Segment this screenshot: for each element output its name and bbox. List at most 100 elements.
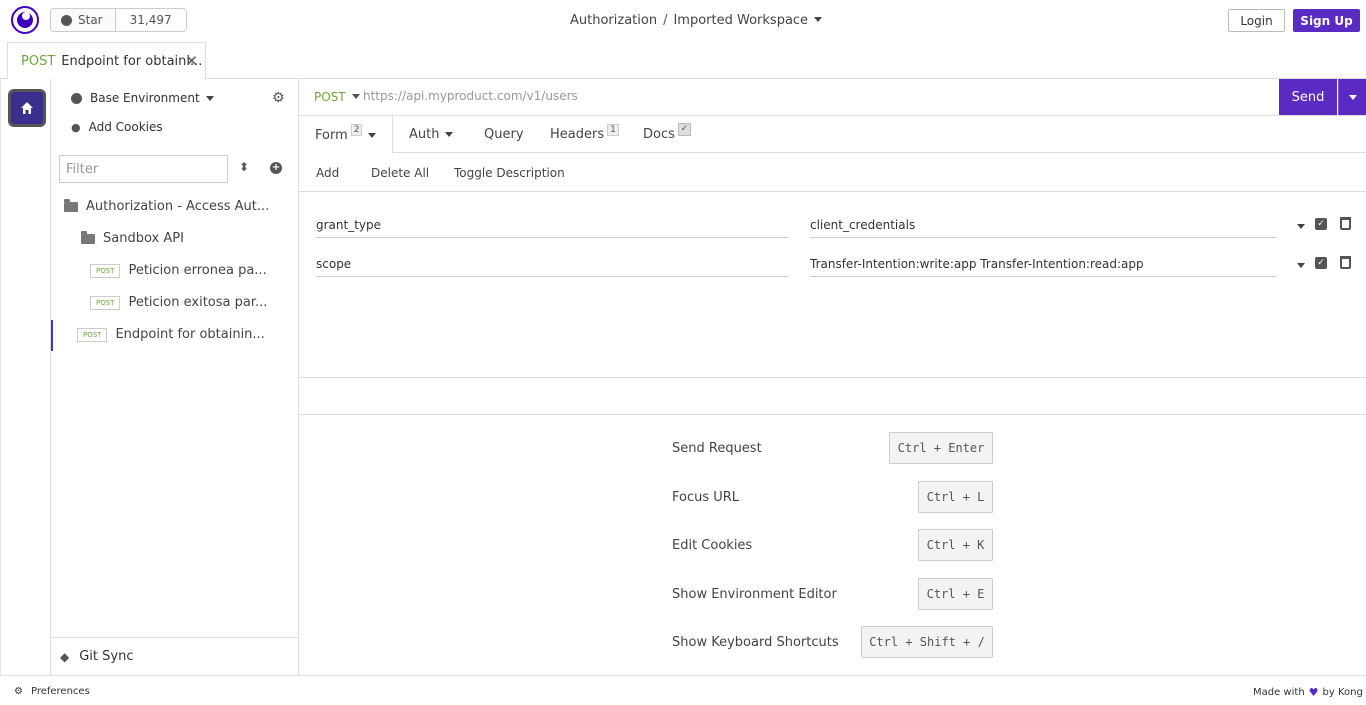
tree-item-label: Authorization - Access Aut... xyxy=(86,199,270,214)
chevron-down-icon xyxy=(445,132,454,137)
param-key-input[interactable]: grant_type xyxy=(316,212,789,238)
filter-input[interactable] xyxy=(59,155,228,183)
insomnia-logo-icon[interactable] xyxy=(11,6,39,34)
trash-icon[interactable] xyxy=(1340,217,1351,230)
delete-all-button[interactable]: Delete All xyxy=(371,166,429,180)
chevron-down-icon xyxy=(368,132,377,138)
add-item-icon[interactable]: + xyxy=(270,162,282,174)
form-count-badge: 2 xyxy=(350,124,363,136)
tab-docs-label: Docs xyxy=(643,127,675,142)
active-item-indicator xyxy=(51,320,53,351)
chevron-down-icon[interactable] xyxy=(1297,224,1305,229)
github-star-button[interactable]: Star xyxy=(51,9,116,31)
form-row: scope Transfer-Intention:write:app Trans… xyxy=(299,251,1366,291)
shortcut-label: Send Request xyxy=(672,441,762,456)
tree-item-label: Endpoint for obtainin... xyxy=(115,327,265,342)
shortcut-keys: Ctrl + Shift + / xyxy=(861,626,993,658)
tab-query[interactable]: Query xyxy=(484,116,524,153)
login-button[interactable]: Login xyxy=(1228,9,1285,32)
request-tab-method: POST xyxy=(21,53,56,69)
method-badge: POST xyxy=(77,327,108,342)
add-cookies-button[interactable]: ● Add Cookies xyxy=(71,120,163,134)
tab-auth-label: Auth xyxy=(409,127,440,142)
method-label: POST xyxy=(314,90,346,104)
shortcut-keys: Ctrl + Enter xyxy=(889,432,993,464)
send-options-button[interactable] xyxy=(1338,79,1366,115)
send-button[interactable]: Send xyxy=(1279,79,1337,115)
tree-request-endpoint-active[interactable]: POST Endpoint for obtainin... xyxy=(77,327,265,342)
shortcut-keys: Ctrl + L xyxy=(918,481,993,513)
signup-button[interactable]: Sign Up xyxy=(1293,9,1360,32)
request-tab-strip: POST Endpoint for obtaini... ✕ xyxy=(0,42,1366,79)
headers-count-badge: 1 xyxy=(607,123,619,136)
git-icon: ◆ xyxy=(60,649,70,664)
close-icon[interactable]: ✕ xyxy=(185,52,198,70)
environment-label: Base Environment xyxy=(90,91,200,105)
home-icon xyxy=(21,102,33,114)
breadcrumb-separator: / xyxy=(663,13,668,28)
folder-open-icon xyxy=(81,230,95,244)
tree-request-peticion-erronea[interactable]: POST Peticion erronea pa... xyxy=(90,263,267,278)
left-rail xyxy=(0,79,51,675)
heart-icon: ♥ xyxy=(1308,686,1319,699)
github-icon xyxy=(61,14,72,26)
sidebar: Base Environment ⚙ ● Add Cookies ⬍ + Aut… xyxy=(51,79,299,675)
method-badge: POST xyxy=(90,263,121,278)
pane-divider xyxy=(299,377,1366,378)
tab-form-label: Form xyxy=(315,127,348,143)
tab-auth[interactable]: Auth xyxy=(409,116,454,153)
check-icon: ✓ xyxy=(677,123,691,136)
folder-open-icon xyxy=(64,198,78,212)
cookie-icon: ● xyxy=(71,120,81,134)
add-param-button[interactable]: Add xyxy=(316,166,339,180)
home-button[interactable] xyxy=(8,89,46,127)
add-cookies-label: Add Cookies xyxy=(88,120,163,134)
chevron-down-icon xyxy=(814,17,823,22)
made-with-label: Made with xyxy=(1253,687,1305,698)
shortcut-label: Focus URL xyxy=(672,490,740,505)
git-sync-button[interactable]: ◆ Git Sync xyxy=(51,637,299,675)
toggle-description-button[interactable]: Toggle Description xyxy=(454,166,565,180)
tree-item-label: Peticion erronea pa... xyxy=(128,263,267,278)
chevron-down-icon[interactable] xyxy=(1297,263,1305,268)
github-star-label: Star xyxy=(78,13,103,27)
gear-icon[interactable]: ⚙ xyxy=(272,90,285,106)
environment-selector[interactable]: Base Environment xyxy=(71,91,214,105)
by-kong-label: by Kong xyxy=(1322,687,1363,698)
tree-item-label: Sandbox API xyxy=(103,231,184,246)
request-tabs: Form 2 Auth Query Headers 1 Docs ✓ xyxy=(299,116,1366,154)
tree-folder-sandbox-api[interactable]: Sandbox API xyxy=(81,230,184,246)
param-value-input[interactable]: Transfer-Intention:write:app Transfer-In… xyxy=(810,251,1277,277)
param-value-input[interactable]: client_credentials xyxy=(810,212,1277,238)
tab-form[interactable]: Form 2 xyxy=(299,116,393,154)
request-pane: POST Send Form 2 Auth Query Headers 1 Do… xyxy=(299,79,1366,675)
shortcut-keys: Ctrl + E xyxy=(918,578,993,610)
tree-folder-authorization[interactable]: Authorization - Access Aut... xyxy=(64,198,270,214)
preferences-button[interactable]: ⚙ Preferences xyxy=(14,686,90,697)
method-selector[interactable]: POST xyxy=(314,90,360,104)
method-badge: POST xyxy=(90,295,121,310)
breadcrumb-workspace[interactable]: Imported Workspace xyxy=(673,13,823,28)
github-star-widget[interactable]: Star 31,497 xyxy=(50,8,187,32)
checkbox-checked-icon[interactable]: ✓ xyxy=(1315,218,1327,230)
shortcut-label: Show Keyboard Shortcuts xyxy=(672,635,839,650)
shortcut-label: Edit Cookies xyxy=(672,538,753,553)
top-bar: Star 31,497 Authorization / Imported Wor… xyxy=(0,0,1366,42)
url-input[interactable] xyxy=(363,89,1263,103)
made-with-credit[interactable]: Made with ♥ by Kong xyxy=(1253,686,1363,699)
status-bar: ⚙ Preferences Made with ♥ by Kong xyxy=(0,675,1366,705)
chevron-down-icon xyxy=(351,94,360,99)
form-row: grant_type client_credentials ✓ xyxy=(299,212,1366,252)
checkbox-checked-icon[interactable]: ✓ xyxy=(1315,257,1327,269)
request-tab[interactable]: POST Endpoint for obtaini... ✕ xyxy=(7,42,206,79)
github-star-count[interactable]: 31,497 xyxy=(115,9,186,31)
url-bar: POST Send xyxy=(299,79,1366,116)
workspace-label: Imported Workspace xyxy=(673,13,809,28)
tab-docs[interactable]: Docs ✓ xyxy=(643,116,691,153)
tree-request-peticion-exitosa[interactable]: POST Peticion exitosa par... xyxy=(90,295,267,310)
trash-icon[interactable] xyxy=(1340,256,1351,269)
param-key-input[interactable]: scope xyxy=(316,251,789,277)
tab-headers[interactable]: Headers 1 xyxy=(550,116,619,153)
sort-icon[interactable]: ⬍ xyxy=(239,160,249,174)
breadcrumb-project[interactable]: Authorization xyxy=(570,13,657,28)
